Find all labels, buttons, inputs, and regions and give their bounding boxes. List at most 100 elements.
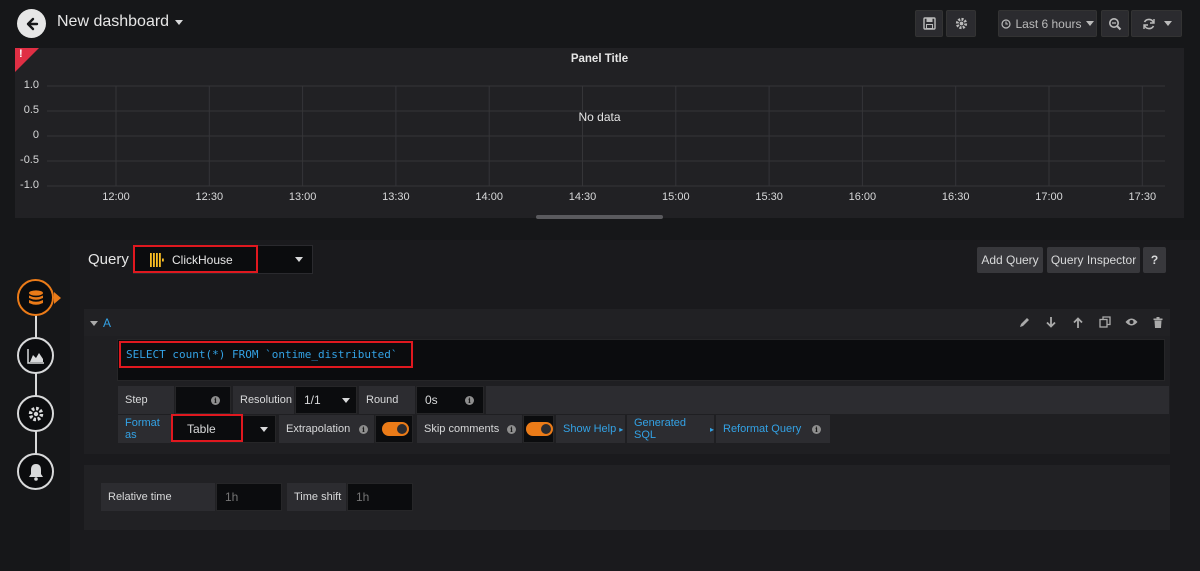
x-axis-tick-label: 15:30 (755, 191, 783, 203)
x-axis-tick-label: 17:30 (1128, 191, 1157, 203)
round-value: 0s (425, 393, 438, 407)
move-up-button[interactable] (1071, 315, 1085, 329)
x-axis-tick-label: 12:00 (102, 191, 130, 203)
dashboard-title[interactable]: New dashboard (57, 13, 184, 31)
cog-icon (28, 406, 43, 421)
x-axis-tick-label: 14:30 (568, 191, 597, 203)
round-label: Round (359, 386, 415, 414)
settings-button[interactable] (946, 10, 976, 37)
datasource-highlight (133, 245, 258, 273)
x-axis-tick-label: 14:00 (475, 191, 503, 203)
time-shift-label: Time shift (287, 483, 346, 511)
graph-panel: ! Panel Title No data 1.0 0.5 0 -0.5 -1.0 12:… (15, 48, 1184, 218)
generated-sql-text: Generated SQL (634, 417, 686, 441)
show-help-link[interactable]: Show Help ▸ (556, 415, 625, 443)
step-input[interactable]: i (175, 386, 231, 414)
caret-right-icon: ▸ (619, 424, 624, 434)
arrow-down-icon (1046, 316, 1056, 328)
extrapolation-text: Extrapolation (286, 423, 351, 435)
query-row-header[interactable] (84, 309, 1170, 336)
arrow-left-icon (26, 17, 38, 30)
step-general[interactable] (17, 395, 54, 432)
step-alert[interactable] (17, 453, 54, 490)
x-axis-tick-label: 15:00 (662, 191, 690, 203)
x-axis-tick-label: 16:30 (941, 191, 970, 203)
reformat-query-link[interactable]: Reformat Query i (716, 415, 830, 443)
x-axis-tick-label: 13:00 (288, 191, 317, 203)
zoom-out-button[interactable] (1101, 10, 1129, 37)
save-button[interactable] (915, 10, 943, 37)
skip-comments-toggle-wrap (523, 415, 554, 443)
time-shift-input[interactable] (347, 483, 413, 511)
panel-resize-handle[interactable] (536, 215, 663, 219)
y-axis-tick-label: 0 (32, 129, 39, 141)
move-down-button[interactable] (1044, 315, 1058, 329)
info-icon: i (465, 395, 474, 405)
info-icon: i (812, 424, 821, 434)
query-section-label: Query (88, 251, 129, 268)
caret-down-icon (295, 257, 303, 262)
x-axis-tick-label: 12:30 (195, 191, 224, 203)
active-step-pointer-icon (54, 292, 61, 304)
refresh-interval-caret-icon[interactable] (1163, 21, 1172, 26)
resolution-select[interactable]: 1/1 (295, 386, 357, 414)
copy-icon (1099, 316, 1111, 328)
caret-down-icon (260, 426, 268, 432)
help-button[interactable]: ? (1143, 247, 1166, 273)
eye-icon (1125, 318, 1137, 326)
arrow-up-icon (1073, 316, 1083, 328)
refresh-icon (1142, 18, 1155, 29)
y-axis-tick-label: 1.0 (23, 79, 39, 91)
reformat-query-text: Reformat Query (723, 423, 802, 435)
relative-time-input[interactable] (216, 483, 282, 511)
add-query-button[interactable]: Add Query (977, 247, 1043, 273)
caret-right-icon: ▸ (709, 424, 714, 434)
step-queries[interactable] (17, 279, 54, 316)
clock-icon (1001, 18, 1012, 29)
refresh-button[interactable] (1131, 10, 1182, 37)
round-input[interactable]: 0s i (416, 386, 484, 414)
database-icon (28, 289, 43, 305)
extrapolation-label: Extrapolation i (279, 415, 374, 443)
step-label: Step (118, 386, 174, 414)
x-axis-tick-label: 13:30 (382, 191, 410, 203)
pencil-icon (1019, 317, 1029, 327)
x-axis-tick-label: 17:00 (1035, 191, 1063, 203)
query-inspector-button[interactable]: Query Inspector (1047, 247, 1140, 273)
y-axis-tick-label: -0.5 (20, 154, 39, 166)
resolution-value: 1/1 (304, 393, 321, 407)
relative-time-label: Relative time (101, 483, 215, 511)
generated-sql-link[interactable]: Generated SQL ▸ (627, 415, 714, 443)
caret-down-icon (175, 19, 184, 25)
sql-highlight (119, 341, 413, 368)
time-picker-button[interactable]: Last 6 hours (998, 10, 1097, 37)
x-axis-tick-label: 16:00 (848, 191, 877, 203)
time-range-label: Last 6 hours (1015, 16, 1082, 31)
skip-comments-label: Skip comments i (417, 415, 522, 443)
dashboard-title-text: New dashboard (57, 13, 170, 30)
back-button[interactable] (17, 9, 46, 38)
duplicate-query-button[interactable] (1098, 315, 1112, 329)
show-help-text: Show Help (563, 423, 617, 435)
query-ref-id: A (103, 316, 112, 330)
options-row-filler (486, 386, 1169, 414)
extrapolation-toggle-wrap (375, 415, 413, 443)
edit-query-button[interactable] (1017, 315, 1031, 329)
toggle-visibility-button[interactable] (1124, 315, 1138, 329)
query-row-toggle[interactable]: A (90, 316, 111, 330)
step-visualization[interactable] (17, 337, 54, 374)
y-axis-tick-label: 0.5 (23, 104, 39, 116)
bell-icon (28, 463, 43, 481)
skip-comments-toggle[interactable] (526, 422, 553, 436)
y-axis-tick-label: -1.0 (20, 179, 39, 191)
extrapolation-toggle[interactable] (382, 422, 409, 436)
info-icon: i (211, 395, 220, 405)
save-icon (922, 17, 936, 30)
collapse-icon (90, 320, 98, 326)
gear-icon (955, 17, 967, 30)
info-icon: i (507, 424, 516, 434)
skip-comments-text: Skip comments (424, 423, 500, 435)
remove-query-button[interactable] (1151, 315, 1165, 329)
caret-down-icon (1085, 21, 1094, 26)
format-as-label: Format as (118, 415, 171, 443)
